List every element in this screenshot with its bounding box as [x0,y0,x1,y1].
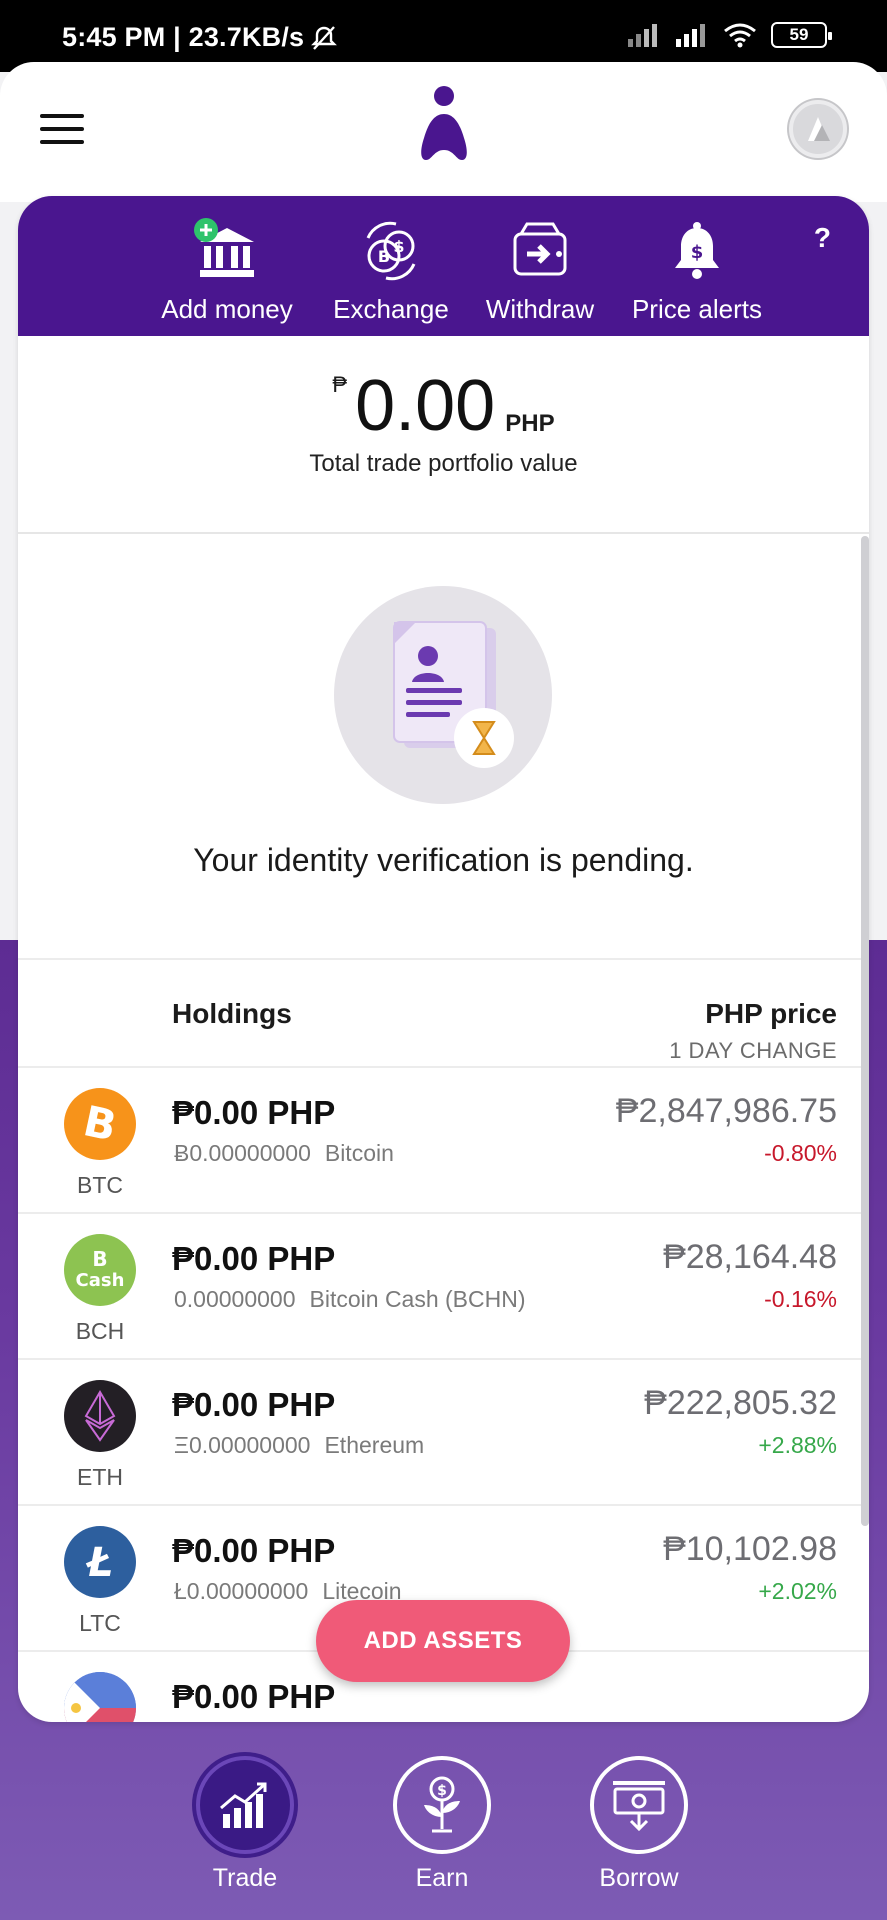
svg-text:$: $ [437,1783,447,1799]
money-plant-icon: $ [424,1776,460,1833]
holding-quantity: 0.00000000 Bitcoin Cash (BCHN) [174,1286,526,1313]
coins-exchange-icon: B $ [366,221,416,281]
status-left: 5:45 PM | 23.7KB/s [62,22,338,53]
holding-amount: ₱0.00 PHP [172,1532,336,1569]
portfolio-unit: PHP [505,410,555,437]
signal-icon [628,24,657,47]
day-change: +2.02% [758,1578,837,1604]
quantity-value: Ξ0.00000000 [174,1432,311,1458]
litecoin-icon: Ł [64,1526,136,1598]
wallet-arrow-icon [513,222,567,276]
bitcoin-cash-icon: B Cash [64,1234,136,1306]
portfolio-label: Total trade portfolio value [309,450,578,477]
withdraw-label: Withdraw [485,294,595,324]
ticker-label: BTC [77,1172,123,1198]
app-logo [421,86,467,160]
quantity-value: 0.00000000 [174,1286,296,1312]
svg-text:$: $ [393,237,404,256]
day-change: -0.80% [764,1140,837,1166]
borrow-circle [590,1756,688,1854]
exchange-button[interactable]: B $ Exchange [310,218,472,325]
borrow-label: Borrow [599,1864,679,1892]
withdraw-button[interactable]: Withdraw [466,218,614,325]
holdings-header: Holdings PHP price 1 DAY CHANGE [18,960,869,1068]
nav-trade[interactable]: Trade [190,1756,300,1893]
add-money-label: Add money [161,294,293,324]
coin-price: ₱222,805.32 [644,1384,837,1422]
ticker-label: LTC [79,1610,121,1636]
scrollbar[interactable] [861,536,869,1526]
earn-label: Earn [415,1864,469,1892]
main-card: Add money B $ Exchange Withdraw $ Price … [18,196,869,1722]
app-header [0,62,887,202]
holding-row-eth[interactable]: ETH ₱0.00 PHP Ξ0.00000000 Ethereum ₱222,8… [18,1360,869,1506]
bank-plus-icon [194,218,254,277]
ticker-label: BCH [75,1318,125,1344]
ethereum-icon [64,1380,136,1452]
svg-text:$: $ [691,242,704,263]
svg-text:B: B [92,1247,107,1271]
coin-name: Bitcoin Cash (BCHN) [309,1286,526,1312]
currency-symbol: ₱ [332,372,348,397]
quantity-value: Ł0.00000000 [174,1578,309,1604]
price-alerts-label: Price alerts [631,294,763,324]
portfolio-value: ₱ 0.00 PHP [18,366,869,446]
wifi-icon [724,23,756,48]
status-right: 59 [627,22,832,48]
coin-price: ₱28,164.48 [663,1238,837,1276]
holding-amount: ₱0.00 PHP [172,1240,336,1277]
ticker-label: ETH [77,1464,123,1490]
bottom-navigation: Trade $ Earn Borrow [0,1750,887,1920]
svg-text:Cash: Cash [76,1270,125,1291]
holding-row-btc[interactable]: B BTC ₱0.00 PHP Ƀ0.00000000 Bitcoin ₱2,84… [18,1068,869,1214]
bell-dollar-icon: $ [675,222,719,279]
day-change: -0.16% [764,1286,837,1312]
change-column-title: 1 DAY CHANGE [669,1038,837,1063]
coin-price: ₱10,102.98 [663,1530,837,1568]
price-alerts-button[interactable]: $ Price alerts [608,218,786,325]
verification-message: Your identity verification is pending. [193,842,694,878]
portfolio-summary: ₱ 0.00 PHP Total trade portfolio value [18,336,869,534]
quantity-value: Ƀ0.00000000 [174,1140,311,1166]
quick-actions-bar: Add money B $ Exchange Withdraw $ Price … [18,196,869,336]
day-change: +2.88% [758,1432,837,1458]
nav-borrow[interactable]: Borrow [584,1756,694,1893]
holding-amount: ₱0.00 PHP [172,1386,336,1423]
verification-section: Your identity verification is pending. [18,536,869,960]
profile-avatar[interactable] [789,100,847,158]
help-button[interactable]: ? [814,222,831,254]
holding-row-bch[interactable]: B Cash BCH ₱0.00 PHP 0.00000000 Bitcoin C… [18,1214,869,1360]
holdings-title: Holdings [172,998,292,1029]
document-hourglass-icon [393,621,514,768]
status-time: 5:45 PM | 23.7KB/s [62,22,305,52]
coin-name: Bitcoin [324,1140,394,1166]
verification-pending-illustration [334,586,552,804]
signal-icon-2 [676,24,705,47]
trade-label: Trade [212,1864,278,1892]
holding-quantity: Ξ0.00000000 Ethereum [174,1432,424,1459]
portfolio-amount: 0.00 [355,366,496,446]
price-column-title: PHP price [705,998,837,1029]
philippine-flag-icon [64,1672,136,1722]
add-money-button[interactable]: Add money [136,218,318,325]
battery-indicator: 59 [771,22,832,48]
holding-quantity: Ƀ0.00000000 Bitcoin [174,1140,394,1167]
chart-up-icon [220,1782,267,1828]
holding-amount: ₱0.00 PHP [172,1094,336,1131]
trade-circle [196,1756,294,1854]
coin-name: Ethereum [324,1432,425,1458]
cash-download-icon [613,1781,665,1832]
profile-icon [808,117,830,141]
coin-price: ₱2,847,986.75 [615,1092,837,1130]
add-assets-button[interactable]: ADD ASSETS [316,1600,570,1682]
hamburger-menu-icon[interactable] [40,114,84,144]
earn-circle: $ [393,1756,491,1854]
svg-text:Ł: Ł [86,1540,113,1586]
exchange-label: Exchange [333,294,449,324]
bitcoin-icon: B [64,1088,136,1160]
bell-off-icon [311,25,338,50]
holding-amount: ₱0.00 PHP [172,1678,336,1715]
nav-earn[interactable]: $ Earn [387,1756,497,1893]
svg-text:B: B [79,1096,121,1151]
